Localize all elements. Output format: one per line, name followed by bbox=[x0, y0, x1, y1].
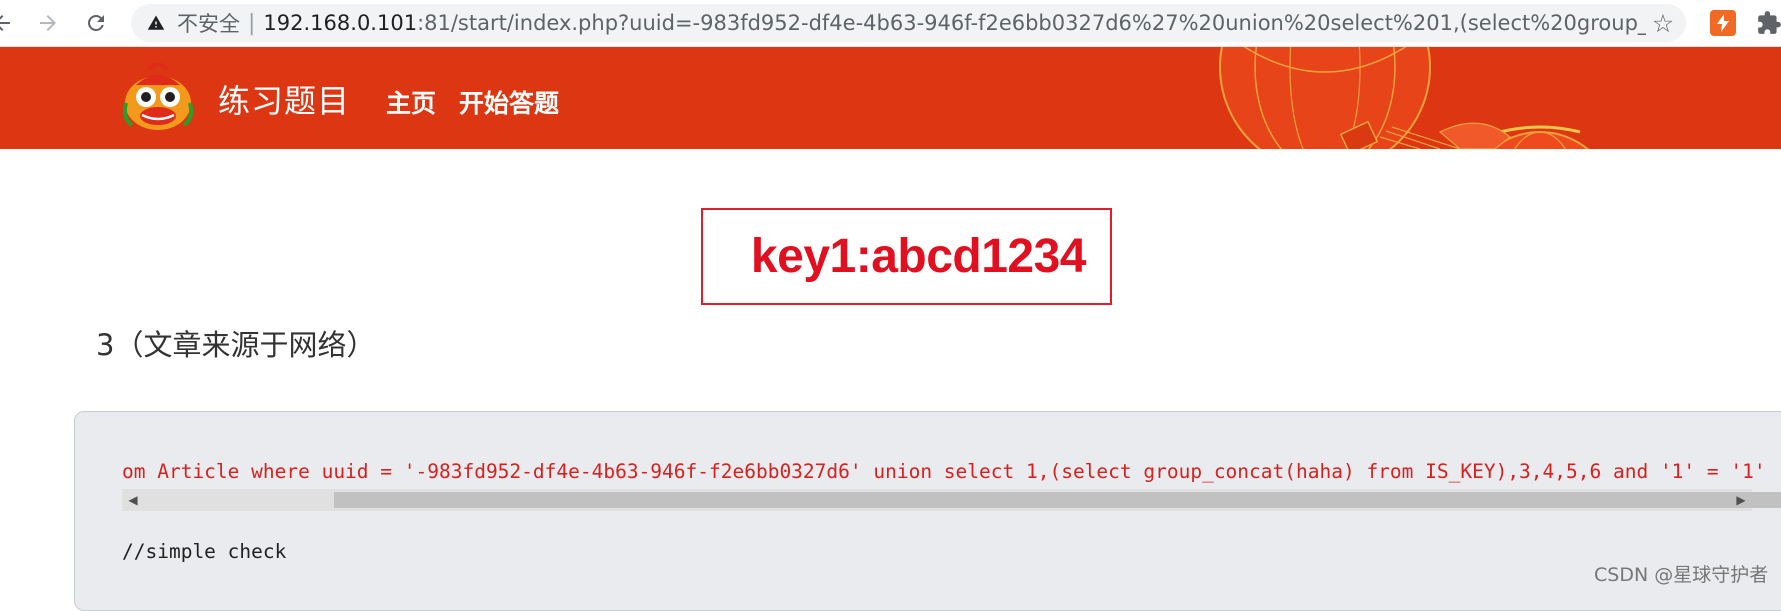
not-secure-label[interactable]: 不安全 bbox=[177, 8, 240, 38]
code-block: om Article where uuid = '-983fd952-df4e-… bbox=[74, 411, 1781, 611]
lion-dance-logo bbox=[122, 63, 194, 130]
warning-icon[interactable] bbox=[145, 12, 167, 34]
scroll-left-arrow-icon[interactable]: ◀ bbox=[122, 489, 144, 511]
extension-icon[interactable] bbox=[1710, 10, 1736, 36]
nav-home-link[interactable]: 主页 bbox=[386, 84, 436, 120]
site-title: 练习题目 bbox=[218, 82, 351, 120]
url-text[interactable]: 192.168.0.101:81/start/index.php?uuid=-9… bbox=[263, 11, 1646, 35]
browser-toolbar: 不安全 | 192.168.0.101:81/start/index.php?u… bbox=[0, 0, 1781, 47]
scroll-right-arrow-icon[interactable]: ▶ bbox=[1730, 489, 1752, 511]
url-separator: | bbox=[248, 10, 256, 36]
url-path: :81/start/index.php?uuid=-983fd952-df4e-… bbox=[417, 11, 1646, 35]
scroll-thumb[interactable] bbox=[334, 492, 1781, 508]
article-title: 3（文章来源于网络） bbox=[96, 328, 376, 362]
puzzle-icon[interactable] bbox=[1755, 8, 1781, 38]
address-bar[interactable]: 不安全 | 192.168.0.101:81/start/index.php?u… bbox=[131, 4, 1686, 42]
horizontal-scrollbar[interactable]: ◀ ▶ bbox=[122, 489, 1781, 511]
key-result-text: key1:abcd1234 bbox=[750, 230, 1087, 283]
code-comment: //simple check bbox=[122, 540, 287, 563]
forward-icon[interactable] bbox=[32, 7, 64, 39]
sql-query-line: om Article where uuid = '-983fd952-df4e-… bbox=[122, 460, 1766, 483]
nav-start-quiz-link[interactable]: 开始答题 bbox=[459, 84, 559, 120]
reload-icon[interactable] bbox=[80, 7, 112, 39]
site-header: 练习题目 主页 开始答题 bbox=[0, 47, 1781, 149]
url-host: 192.168.0.101 bbox=[263, 11, 418, 35]
lantern-decoration bbox=[1219, 47, 1590, 149]
back-icon[interactable] bbox=[0, 7, 18, 39]
csdn-watermark: CSDN @星球守护者 bbox=[1594, 564, 1769, 586]
star-icon[interactable]: ☆ bbox=[1646, 6, 1680, 40]
key-result-box: key1:abcd1234 bbox=[701, 208, 1112, 305]
